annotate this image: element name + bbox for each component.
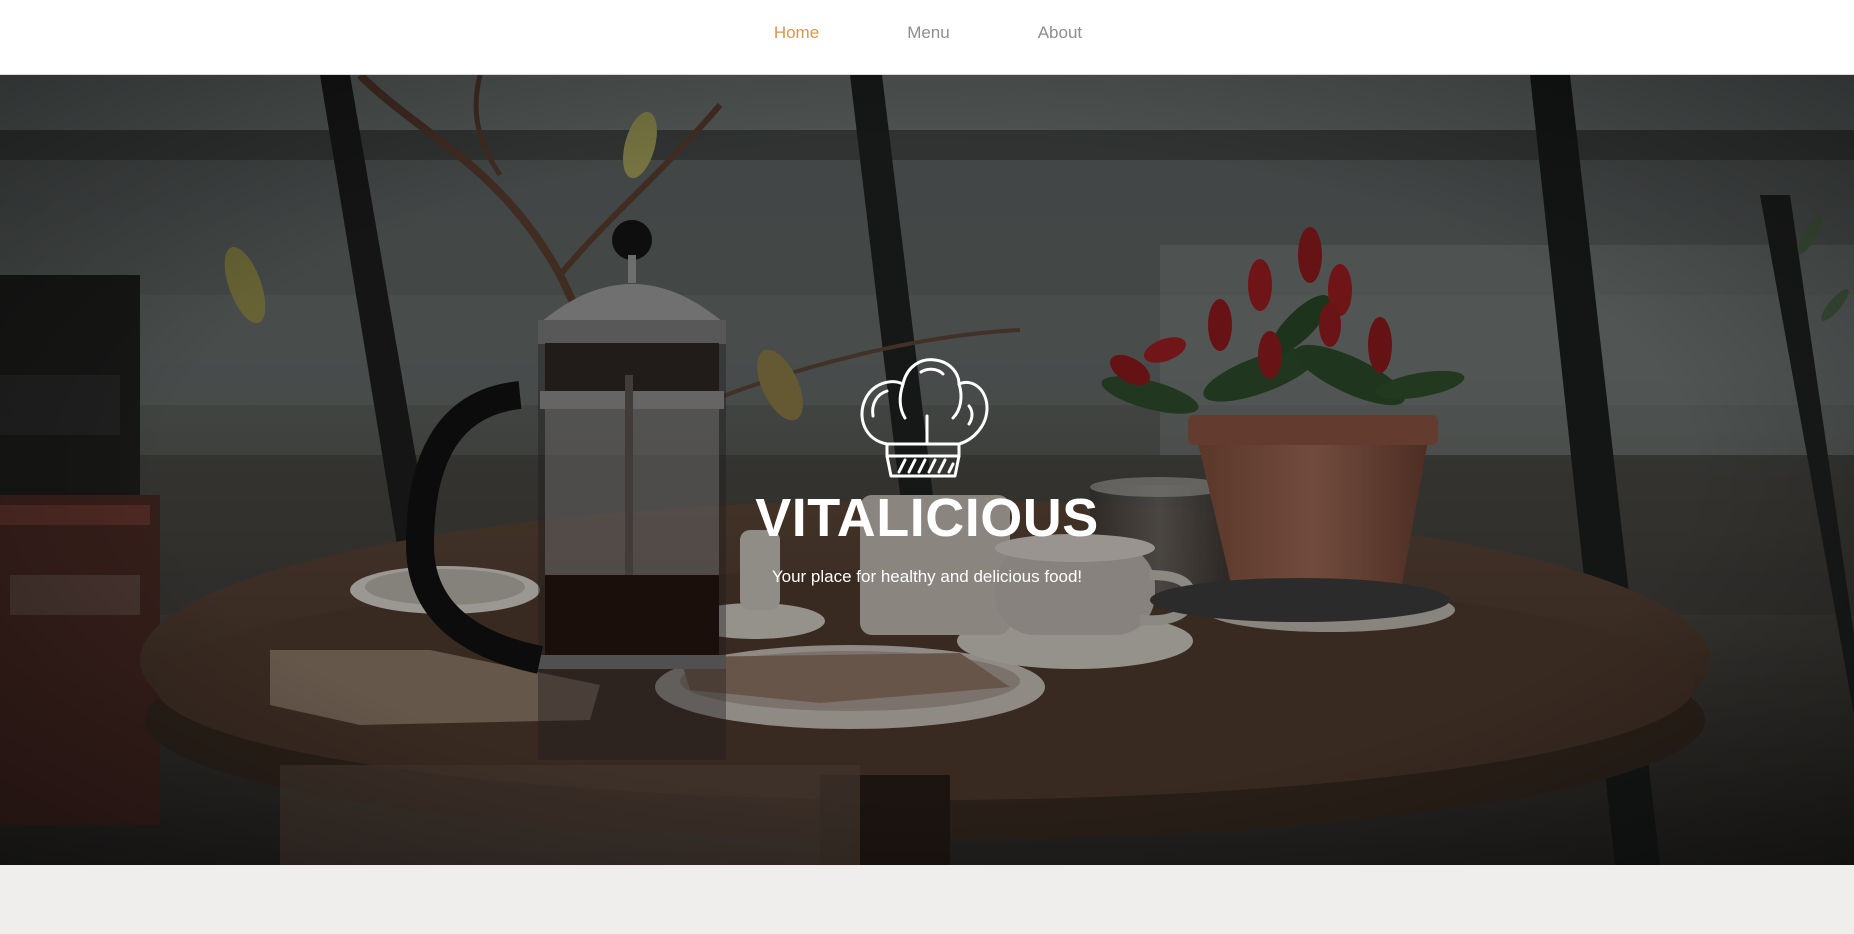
- top-navigation-bar: Home Menu About: [0, 0, 1854, 75]
- main-navigation: Home Menu About: [774, 23, 1082, 43]
- hero-section: VITALICIOUS Your place for healthy and d…: [0, 75, 1854, 865]
- nav-link-menu[interactable]: Menu: [907, 23, 950, 43]
- brand-title: VITALICIOUS: [755, 488, 1099, 548]
- next-section-area: [0, 865, 1854, 934]
- brand-tagline: Your place for healthy and delicious foo…: [771, 567, 1083, 586]
- nav-link-home[interactable]: Home: [774, 23, 819, 43]
- nav-link-about[interactable]: About: [1038, 23, 1082, 43]
- hero-content: VITALICIOUS Your place for healthy and d…: [0, 75, 1854, 865]
- chef-hat-icon: [860, 358, 989, 478]
